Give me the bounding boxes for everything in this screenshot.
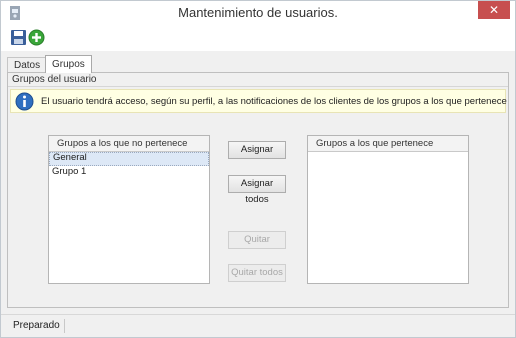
add-icon[interactable] [28, 29, 45, 46]
remove-button[interactable]: Quitar [228, 231, 286, 249]
member-list-header: Grupos a los que pertenece [308, 136, 468, 152]
info-bar: El usuario tendrá acceso, según su perfi… [10, 89, 507, 113]
close-button[interactable]: ✕ [478, 1, 510, 19]
groups-panel: Grupos del usuario El usuario tendrá acc… [7, 72, 509, 308]
window-title: Mantenimiento de usuarios. [178, 5, 338, 20]
member-groups-list[interactable]: Grupos a los que pertenece [307, 135, 469, 284]
not-member-groups-list[interactable]: Grupos a los que no pertenece General Gr… [48, 135, 210, 284]
list-item[interactable]: Grupo 1 [49, 166, 209, 178]
assign-button[interactable]: Asignar [228, 141, 286, 159]
toolbar [1, 25, 515, 51]
tab-datos[interactable]: Datos [7, 57, 48, 73]
main-window: Mantenimiento de usuarios. ✕ Datos Grupo… [0, 0, 516, 338]
list-item[interactable]: General [49, 152, 209, 166]
save-icon[interactable] [10, 29, 27, 46]
assign-all-button[interactable]: Asignar todos [228, 175, 286, 205]
tab-grupos[interactable]: Grupos [45, 55, 92, 73]
status-bar: Preparado [1, 314, 515, 337]
status-text: Preparado [13, 320, 60, 331]
title-bar: Mantenimiento de usuarios. ✕ [1, 1, 515, 25]
info-message: El usuario tendrá acceso, según su perfi… [41, 96, 507, 107]
info-icon [15, 92, 34, 111]
group-header: Grupos del usuario [8, 73, 508, 87]
status-divider [64, 319, 65, 333]
not-member-list-header: Grupos a los que no pertenece [49, 136, 209, 152]
remove-all-button[interactable]: Quitar todos [228, 264, 286, 282]
